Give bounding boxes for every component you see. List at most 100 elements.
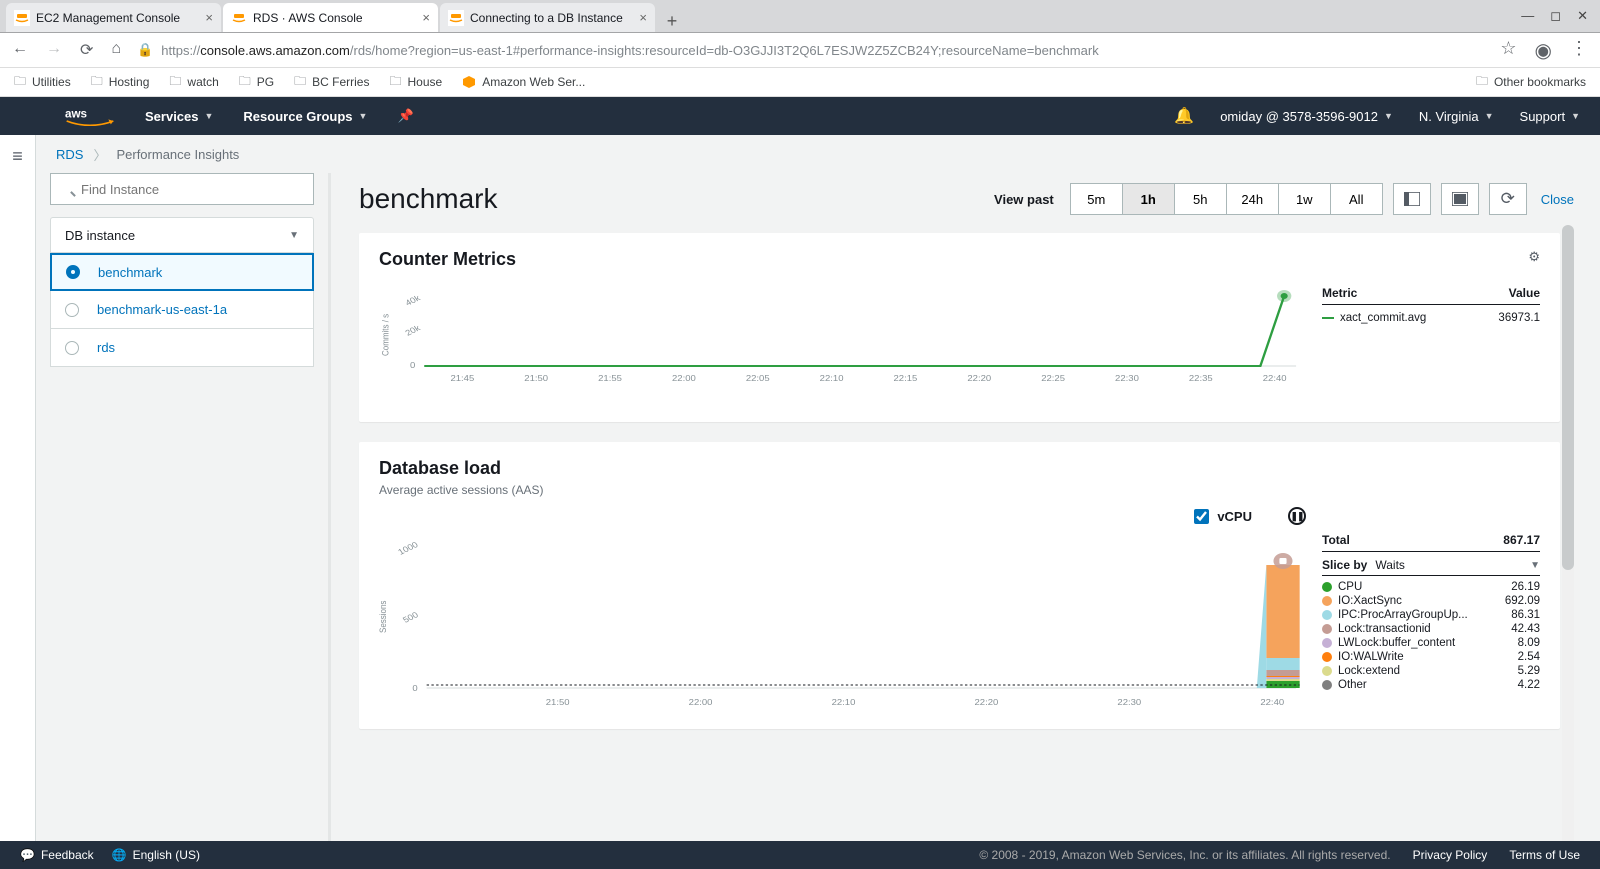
svg-text:Commits / s: Commits / s xyxy=(380,313,391,356)
bookmark-folder[interactable]: 🗀PG xyxy=(239,72,274,93)
db-instance-header[interactable]: DB instance ▼ xyxy=(50,217,314,253)
close-tab-icon[interactable]: × xyxy=(422,10,430,25)
window-controls: — ◻ ✕ xyxy=(1521,8,1588,24)
instance-name: benchmark xyxy=(98,265,162,280)
range-1w[interactable]: 1w xyxy=(1278,183,1331,215)
tab-title: EC2 Management Console xyxy=(36,11,199,25)
url-field[interactable]: 🔒 https://console.aws.amazon.com/rds/hom… xyxy=(137,42,1484,58)
vcpu-controls: vCPU ❚❚ xyxy=(359,507,1560,525)
maximize-icon[interactable]: ◻ xyxy=(1550,8,1561,24)
search-input[interactable] xyxy=(50,173,314,205)
privacy-link[interactable]: Privacy Policy xyxy=(1413,848,1488,862)
range-all[interactable]: All xyxy=(1330,183,1383,215)
sidebar-toggle[interactable]: ≡ xyxy=(0,135,36,852)
bookmark-folder[interactable]: 🗀BC Ferries xyxy=(294,72,369,93)
svg-text:22:30: 22:30 xyxy=(1115,374,1139,383)
scrollbar[interactable] xyxy=(1562,225,1574,852)
url-text: https://console.aws.amazon.com/rds/home?… xyxy=(161,43,1098,58)
range-24h[interactable]: 24h xyxy=(1226,183,1279,215)
menu-icon[interactable]: ⋮ xyxy=(1570,38,1588,63)
aws-top-nav: aws Services▼ Resource Groups▼ 📌 🔔 omida… xyxy=(0,97,1600,135)
account-menu[interactable]: omiday @ 3578-3596-9012▼ xyxy=(1220,109,1393,124)
layout-full-button[interactable] xyxy=(1441,183,1479,215)
profile-icon[interactable]: ◉ xyxy=(1535,38,1552,63)
back-icon[interactable]: ← xyxy=(12,40,28,60)
bell-icon[interactable]: 🔔 xyxy=(1174,106,1194,126)
layout-split-button[interactable] xyxy=(1393,183,1431,215)
time-range-segment: 5m 1h 5h 24h 1w All xyxy=(1070,183,1383,215)
instance-row[interactable]: benchmark-us-east-1a xyxy=(50,291,314,329)
vcpu-checkbox[interactable] xyxy=(1194,509,1209,524)
browser-tab-active[interactable]: RDS · AWS Console × xyxy=(223,3,438,32)
color-swatch-icon xyxy=(1322,652,1332,662)
wait-name: IPC:ProcArrayGroupUp... xyxy=(1338,609,1505,621)
address-bar: ← → ⟳ ⌂ 🔒 https://console.aws.amazon.com… xyxy=(0,33,1600,68)
folder-icon: 🗀 xyxy=(1476,72,1488,93)
legend-row: LWLock:buffer_content8.09 xyxy=(1322,636,1540,650)
folder-icon: 🗀 xyxy=(239,72,251,93)
close-window-icon[interactable]: ✕ xyxy=(1577,8,1588,24)
tab-title: RDS · AWS Console xyxy=(253,11,416,25)
refresh-icon: ⟳ xyxy=(1501,189,1515,209)
svg-text:22:05: 22:05 xyxy=(746,374,770,383)
pause-icon[interactable]: ❚❚ xyxy=(1288,507,1306,525)
new-tab-button[interactable]: + xyxy=(657,11,687,32)
svg-text:0: 0 xyxy=(412,684,417,693)
instance-row-selected[interactable]: benchmark xyxy=(50,253,314,291)
home-icon[interactable]: ⌂ xyxy=(111,40,121,60)
reload-icon[interactable]: ⟳ xyxy=(80,40,93,60)
other-bookmarks[interactable]: 🗀Other bookmarks xyxy=(1476,72,1586,93)
feedback-link[interactable]: 💬 Feedback xyxy=(20,848,94,862)
legend-row: Lock:transactionid42.43 xyxy=(1322,622,1540,636)
svg-text:22:20: 22:20 xyxy=(967,374,991,383)
bookmark-folder[interactable]: 🗀Hosting xyxy=(91,72,150,93)
minimize-icon[interactable]: — xyxy=(1521,8,1534,24)
browser-tab[interactable]: Connecting to a DB Instance × xyxy=(440,3,655,32)
browser-tab-strip: EC2 Management Console × RDS · AWS Conso… xyxy=(0,0,1600,33)
gear-icon[interactable]: ⚙ xyxy=(1528,249,1540,265)
close-tab-icon[interactable]: × xyxy=(639,10,647,25)
refresh-button[interactable]: ⟳ xyxy=(1489,183,1527,215)
wait-name: Lock:transactionid xyxy=(1338,623,1505,635)
scrollbar-thumb[interactable] xyxy=(1562,225,1574,570)
browser-tab[interactable]: EC2 Management Console × xyxy=(6,3,221,32)
range-5h[interactable]: 5h xyxy=(1174,183,1227,215)
aws-favicon-icon xyxy=(14,10,30,26)
instance-row[interactable]: rds xyxy=(50,329,314,367)
bookmark-folder[interactable]: 🗀Utilities xyxy=(14,72,71,93)
support-menu[interactable]: Support▼ xyxy=(1520,109,1580,124)
breadcrumb: RDS 〉 Performance Insights xyxy=(36,135,1600,173)
radio-selected-icon xyxy=(66,265,80,279)
svg-text:22:20: 22:20 xyxy=(975,698,999,707)
close-link[interactable]: Close xyxy=(1541,192,1574,207)
pin-icon[interactable]: 📌 xyxy=(397,108,413,124)
star-icon[interactable]: ☆ xyxy=(1500,38,1516,63)
bookmark-folder[interactable]: 🗀House xyxy=(389,72,442,93)
svg-text:500: 500 xyxy=(401,610,420,625)
wait-name: Lock:extend xyxy=(1338,665,1512,677)
range-5m[interactable]: 5m xyxy=(1070,183,1123,215)
svg-text:21:50: 21:50 xyxy=(546,698,570,707)
slice-by-select[interactable]: Slice byWaits▼ xyxy=(1322,558,1540,576)
language-link[interactable]: 🌐 English (US) xyxy=(112,848,200,862)
svg-text:22:10: 22:10 xyxy=(832,698,856,707)
resource-groups-menu[interactable]: Resource Groups▼ xyxy=(243,109,367,124)
close-tab-icon[interactable]: × xyxy=(205,10,213,25)
bookmark-folder[interactable]: 🗀watch xyxy=(169,72,218,93)
bookmark-bar: 🗀Utilities 🗀Hosting 🗀watch 🗀PG 🗀BC Ferri… xyxy=(0,68,1600,97)
svg-text:22:30: 22:30 xyxy=(1117,698,1141,707)
bookmark-aws[interactable]: Amazon Web Ser... xyxy=(462,72,585,93)
crumb-root[interactable]: RDS xyxy=(56,147,83,162)
aws-logo-icon[interactable]: aws xyxy=(65,106,115,126)
services-menu[interactable]: Services▼ xyxy=(145,109,213,124)
terms-link[interactable]: Terms of Use xyxy=(1509,848,1580,862)
folder-icon: 🗀 xyxy=(389,72,401,93)
radio-icon xyxy=(65,341,79,355)
panel-title: Counter Metrics xyxy=(379,249,516,270)
crumb-current: Performance Insights xyxy=(116,147,239,162)
svg-text:22:40: 22:40 xyxy=(1263,374,1287,383)
wait-value: 692.09 xyxy=(1505,595,1540,607)
region-menu[interactable]: N. Virginia▼ xyxy=(1419,109,1494,124)
range-1h[interactable]: 1h xyxy=(1122,183,1175,215)
forward-icon[interactable]: → xyxy=(46,40,62,60)
